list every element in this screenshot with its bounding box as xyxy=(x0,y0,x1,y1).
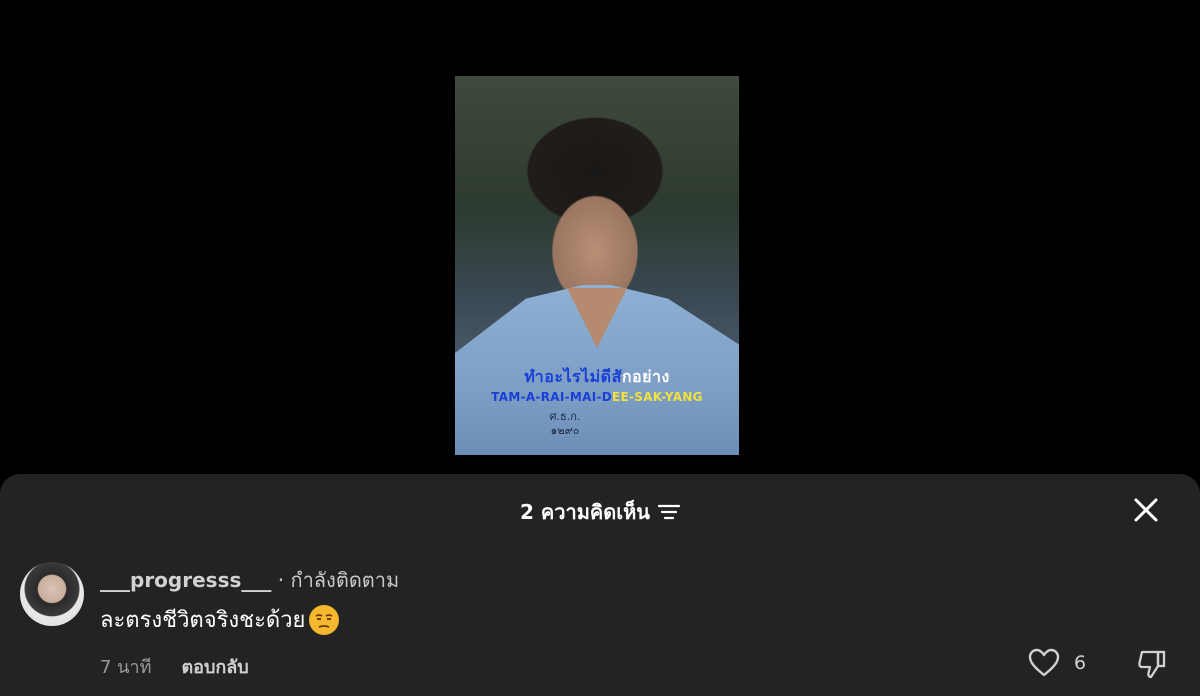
comments-count-title: 2 ความคิดเห็น xyxy=(520,500,650,524)
comments-sheet: 2 ความคิดเห็น ___progresss___ · กำลังติด… xyxy=(0,474,1200,696)
subtitle-thai: ทำอะไรไม่ดีสักอย่าง xyxy=(455,365,739,390)
comment-time: 7 นาที xyxy=(100,657,152,678)
comment-username[interactable]: ___progresss___ xyxy=(100,568,271,592)
comment-meta: 7 นาที ตอบกลับ xyxy=(100,652,249,681)
subtitle-en-highlight: TAM-A-RAI-MAI-D xyxy=(491,390,613,404)
filter-icon[interactable] xyxy=(657,503,680,521)
like-count: 6 xyxy=(1074,652,1087,674)
thumbs-down-icon[interactable] xyxy=(1136,648,1168,680)
unamused-face-emoji xyxy=(309,604,340,635)
heart-icon[interactable] xyxy=(1028,648,1060,678)
follow-status: · กำลังติดตาม xyxy=(277,568,400,592)
close-icon[interactable] xyxy=(1132,496,1160,524)
shirt-badge: ศ.ธ.ก. ๑๒๙๐ xyxy=(535,410,595,444)
subtitle-romanized: TAM-A-RAI-MAI-DEE-SAK-YANG xyxy=(455,390,739,404)
subtitle-en-rest: EE-SAK-YANG xyxy=(612,390,703,404)
video-player[interactable]: ศ.ธ.ก. ๑๒๙๐ ทำอะไรไม่ดีสักอย่าง TAM-A-RA… xyxy=(455,76,739,455)
avatar[interactable] xyxy=(20,562,84,626)
subtitle-thai-rest: ักอย่าง xyxy=(621,367,670,386)
like-control[interactable]: 6 xyxy=(1028,648,1086,678)
comment-header: ___progresss___ · กำลังติดตาม xyxy=(100,564,399,596)
comments-header: 2 ความคิดเห็น xyxy=(0,496,1200,528)
badge-line1: ศ.ธ.ก. xyxy=(549,410,581,423)
reply-button[interactable]: ตอบกลับ xyxy=(181,652,248,681)
comment-text-content: ละตรงชีวิตจริงชะด้วย xyxy=(100,608,306,633)
comment-text: ละตรงชีวิตจริงชะด้วย xyxy=(100,602,340,637)
badge-line2: ๑๒๙๐ xyxy=(550,424,580,437)
subtitle-thai-highlight: ทำอะไรไม่ดีส xyxy=(524,367,622,386)
